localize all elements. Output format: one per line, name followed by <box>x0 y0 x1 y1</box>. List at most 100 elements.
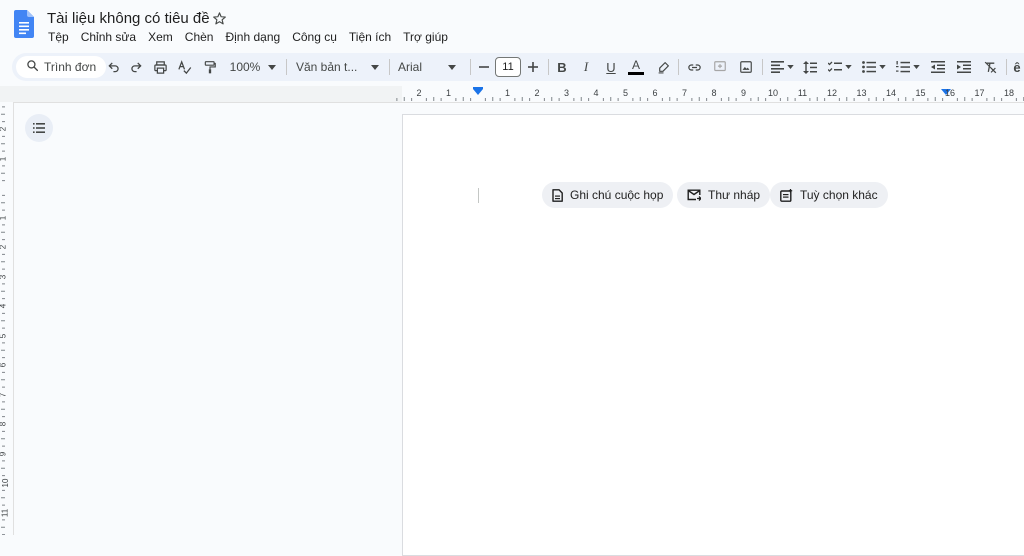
outline-icon <box>33 123 45 133</box>
more-options-chip[interactable]: Tuỳ chọn khác <box>770 182 888 208</box>
ruler-number: 13 <box>856 88 867 98</box>
text-cursor <box>478 188 479 203</box>
divider <box>470 59 471 75</box>
star-icon[interactable] <box>212 11 227 31</box>
checklist-icon <box>828 61 842 72</box>
menu-extensions[interactable]: Tiện ích <box>343 29 397 47</box>
align-left-icon <box>770 61 784 73</box>
underline-button[interactable]: U <box>603 53 619 81</box>
horizontal-ruler[interactable]: 2 1 1 2 3 4 5 6 7 8 9 10 11 12 13 14 15 16 17 18 <box>0 86 1024 103</box>
divider <box>762 59 763 75</box>
image-icon[interactable] <box>736 53 756 81</box>
more-options-icon <box>780 188 793 202</box>
docs-logo-icon[interactable] <box>14 10 34 43</box>
meeting-notes-chip[interactable]: Ghi chú cuộc họp <box>542 182 674 208</box>
menu-search[interactable]: Trình đơn <box>16 56 106 78</box>
font-size-input[interactable]: 11 <box>495 57 521 77</box>
email-draft-icon <box>687 189 701 201</box>
spellcheck-icon[interactable] <box>174 53 194 81</box>
highlight-icon[interactable] <box>654 53 672 81</box>
style-value: Văn bản t... <box>296 60 358 74</box>
ruler-number: 1 <box>504 88 511 98</box>
menu-tools[interactable]: Công cụ <box>286 29 343 47</box>
zoom-value: 100% <box>229 60 261 74</box>
ruler-number: 10 <box>767 88 779 98</box>
ruler-number: 2 <box>534 88 540 98</box>
align-select[interactable] <box>768 53 796 81</box>
numbered-list-icon <box>896 61 910 73</box>
ruler-number: 1 <box>0 156 8 160</box>
ruler-number: 7 <box>681 88 688 98</box>
ruler-number: 9 <box>0 451 8 455</box>
ruler-number: 6 <box>652 88 658 98</box>
redo-icon[interactable] <box>126 53 146 81</box>
menu-file[interactable]: Tệp <box>42 29 75 47</box>
undo-icon[interactable] <box>104 53 124 81</box>
menu-help[interactable]: Trợ giúp <box>397 29 454 47</box>
ruler-number: 10 <box>0 478 10 488</box>
ruler-number: 6 <box>0 363 8 367</box>
left-indent-marker[interactable] <box>473 89 483 95</box>
ruler-number: 2 <box>0 245 8 249</box>
decrease-indent-icon[interactable] <box>928 53 948 81</box>
vertical-ruler[interactable]: 211234567891011 <box>0 102 14 535</box>
ruler-number: 11 <box>0 508 10 517</box>
line-spacing-icon[interactable] <box>800 53 820 81</box>
text-color-letter: A <box>631 58 640 72</box>
chevron-down-icon <box>786 65 794 69</box>
zoom-select[interactable]: 100% <box>228 53 278 81</box>
meeting-notes-label: Ghi chú cuộc họp <box>570 188 664 202</box>
ruler-number: 1 <box>445 88 452 98</box>
email-draft-label: Thư nháp <box>708 188 761 202</box>
style-select[interactable]: Văn bản t... <box>296 53 380 81</box>
menu-view[interactable]: Xem <box>142 29 179 47</box>
chevron-down-icon <box>879 65 886 69</box>
more-options-label: Tuỳ chọn khác <box>800 188 878 202</box>
font-size-value: 11 <box>502 61 514 73</box>
ruler-number: 14 <box>885 88 897 98</box>
clear-formatting-icon[interactable] <box>980 53 1000 81</box>
link-icon[interactable] <box>684 53 704 81</box>
first-line-indent-marker[interactable] <box>473 87 483 89</box>
ruler-number: 18 <box>1003 88 1015 98</box>
ruler-number: 2 <box>416 88 422 98</box>
divider <box>678 59 679 75</box>
ruler-number: 3 <box>563 88 570 98</box>
ruler-number: 5 <box>622 88 629 98</box>
document-title[interactable]: Tài liệu không có tiêu đề <box>47 10 210 27</box>
document-page[interactable] <box>402 114 1024 556</box>
document-outline-button[interactable] <box>25 114 53 142</box>
italic-button[interactable]: I <box>578 53 594 81</box>
text-color-swatch <box>628 72 644 75</box>
numbered-list-select[interactable] <box>894 53 922 81</box>
ruler-number: 5 <box>0 333 8 337</box>
font-select[interactable]: Arial <box>398 53 462 81</box>
document-icon <box>552 188 563 202</box>
bold-button[interactable]: B <box>554 53 570 81</box>
menu-insert[interactable]: Chèn <box>179 29 220 47</box>
increase-indent-icon[interactable] <box>954 53 974 81</box>
divider <box>548 59 549 75</box>
chevron-down-icon <box>448 64 457 70</box>
ruler-number: 16 <box>944 88 956 98</box>
ruler-number: 9 <box>740 88 747 98</box>
menu-edit[interactable]: Chỉnh sửa <box>75 29 142 47</box>
increase-font-size-icon[interactable] <box>525 53 541 81</box>
text-color-button[interactable]: A <box>627 53 645 81</box>
checklist-select[interactable] <box>826 53 854 81</box>
comment-icon[interactable] <box>710 53 730 81</box>
decrease-font-size-icon[interactable] <box>476 53 492 81</box>
print-icon[interactable] <box>150 53 170 81</box>
editing-mode-icon[interactable]: ê <box>1010 53 1024 81</box>
divider <box>389 59 390 75</box>
menu-format[interactable]: Định dạng <box>219 29 286 47</box>
email-draft-chip[interactable]: Thư nháp <box>677 182 771 208</box>
menu-bar: Tệp Chỉnh sửa Xem Chèn Định dạng Công cụ… <box>42 29 454 47</box>
ruler-number: 15 <box>915 88 926 98</box>
bulleted-list-select[interactable] <box>860 53 888 81</box>
paint-format-icon[interactable] <box>200 53 220 81</box>
ruler-number: 8 <box>0 422 8 426</box>
ruler-number: 8 <box>711 88 717 98</box>
menu-search-placeholder: Trình đơn <box>44 60 97 74</box>
ruler-number: 2 <box>0 127 8 131</box>
